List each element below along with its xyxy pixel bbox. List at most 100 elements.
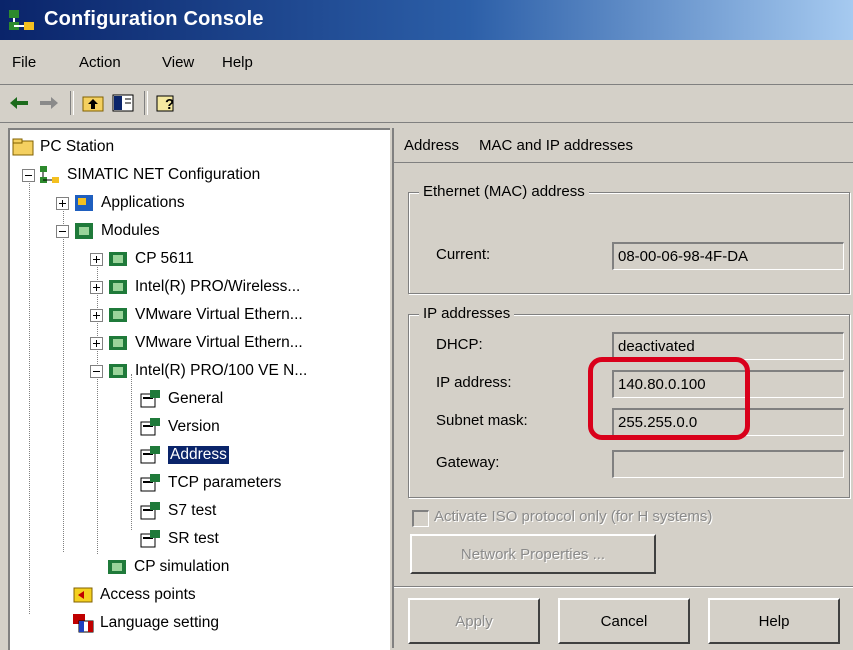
tree-item-label: General — [168, 390, 224, 407]
svg-text:?: ? — [165, 96, 174, 113]
cancel-button[interactable]: Cancel — [558, 598, 690, 644]
dhcp-label: DHCP: — [436, 336, 483, 353]
menu-file[interactable]: File — [12, 54, 36, 71]
module-card-icon — [107, 277, 129, 297]
back-arrow-icon[interactable] — [6, 91, 32, 115]
property-page-icon — [140, 473, 162, 493]
subnet-mask-label: Subnet mask: — [436, 412, 528, 429]
expand-icon[interactable] — [90, 280, 103, 294]
tree-item-label: Modules — [101, 222, 160, 239]
gateway-field — [612, 450, 844, 478]
tree-item-modules[interactable]: Modules — [56, 218, 160, 244]
property-page-icon — [140, 389, 162, 409]
tree-item-cp-simulation[interactable]: CP simulation — [106, 554, 229, 580]
tree-item-label: Access points — [100, 586, 196, 603]
property-page-icon — [140, 501, 162, 521]
expand-icon[interactable] — [56, 196, 69, 210]
tree-item-sr-test[interactable]: SR test — [140, 526, 219, 552]
tree-item-label: VMware Virtual Ethern... — [135, 306, 303, 323]
menu-action[interactable]: Action — [79, 54, 121, 71]
tree-item-applications[interactable]: Applications — [56, 190, 185, 216]
tree-item-version[interactable]: Version — [140, 414, 220, 440]
property-page-icon — [140, 445, 162, 465]
tree-root-label: PC Station — [40, 138, 115, 155]
module-card-icon — [107, 249, 129, 269]
menu-help[interactable]: Help — [222, 54, 253, 71]
tree-root-pc-station[interactable]: PC Station — [12, 134, 114, 160]
property-page-icon — [140, 417, 162, 437]
collapse-icon[interactable] — [90, 364, 103, 378]
tree-item-language-setting[interactable]: Language setting — [72, 610, 219, 636]
language-flag-icon — [72, 613, 94, 633]
tree-item-intel-wireless[interactable]: Intel(R) PRO/Wireless... — [90, 274, 300, 300]
network-icon — [39, 165, 61, 185]
tree-item-vmware-2[interactable]: VMware Virtual Ethern... — [90, 330, 303, 356]
window-title: Configuration Console — [44, 8, 264, 30]
help-button[interactable]: Help — [708, 598, 840, 644]
property-page-icon — [140, 529, 162, 549]
network-properties-button[interactable]: Network Properties ... — [410, 534, 656, 574]
tree-item-access-points[interactable]: Access points — [72, 582, 196, 608]
gateway-label: Gateway: — [436, 454, 500, 471]
tree-item-tcp-parameters[interactable]: TCP parameters — [140, 470, 281, 496]
tree-item-label: Version — [168, 418, 220, 435]
module-card-icon — [107, 361, 129, 381]
toolbar-separator — [144, 91, 148, 115]
tree-item-label: SR test — [168, 530, 219, 547]
help-icon[interactable]: ? — [154, 91, 180, 115]
tree-item-s7-test[interactable]: S7 test — [140, 498, 216, 524]
tree-item-simatic-net[interactable]: SIMATIC NET Configuration — [22, 162, 260, 188]
tree-item-intel-pro100[interactable]: Intel(R) PRO/100 VE N... — [90, 358, 307, 384]
tree-item-label: CP 5611 — [135, 250, 194, 267]
apply-button[interactable]: Apply — [408, 598, 540, 644]
show-hide-tree-icon[interactable] — [110, 91, 136, 115]
forward-arrow-icon[interactable] — [36, 91, 62, 115]
modules-icon — [73, 221, 95, 241]
module-card-icon — [106, 557, 128, 577]
ip-address-label: IP address: — [436, 374, 512, 391]
iso-protocol-label: Activate ISO protocol only (for H system… — [434, 508, 713, 525]
tree-item-label: TCP parameters — [168, 474, 282, 491]
module-card-icon — [107, 305, 129, 325]
mac-group-label: Ethernet (MAC) address — [419, 183, 589, 200]
highlight-annotation — [588, 357, 750, 440]
tree-item-label: Applications — [101, 194, 185, 211]
up-folder-icon[interactable] — [80, 91, 106, 115]
current-mac-field: 08-00-06-98-4F-DA — [612, 242, 844, 270]
dhcp-value: deactivated — [618, 338, 695, 355]
collapse-icon[interactable] — [56, 224, 69, 238]
iso-protocol-checkbox[interactable] — [412, 510, 429, 527]
button-row-separator — [394, 586, 853, 588]
title-bar: Configuration Console — [0, 0, 853, 40]
tree-item-vmware-1[interactable]: VMware Virtual Ethern... — [90, 302, 303, 328]
tree-item-label: Intel(R) PRO/Wireless... — [135, 278, 301, 295]
app-icon — [8, 8, 38, 34]
menu-view[interactable]: View — [162, 54, 194, 71]
tree-item-label-selected: Address — [168, 446, 229, 464]
expand-icon[interactable] — [90, 308, 103, 322]
current-mac-value: 08-00-06-98-4F-DA — [618, 248, 749, 265]
access-points-icon — [72, 585, 94, 605]
expand-icon[interactable] — [90, 336, 103, 350]
tree-item-cp5611[interactable]: CP 5611 — [90, 246, 194, 272]
header-address-label: Address — [404, 136, 460, 154]
tree-item-label: Language setting — [100, 614, 219, 631]
tree-item-label: S7 test — [168, 502, 217, 519]
tree-item-address[interactable]: Address — [140, 442, 229, 468]
module-card-icon — [107, 333, 129, 353]
tree-pane[interactable]: PC Station SIMATIC NET Configuration App… — [8, 128, 390, 650]
expand-icon[interactable] — [90, 252, 103, 266]
menu-bar: File Action View Help — [0, 40, 853, 85]
properties-header: Address MAC and IP addresses — [394, 128, 853, 163]
current-label: Current: — [436, 246, 491, 263]
dhcp-field: deactivated — [612, 332, 844, 360]
tree-item-label: VMware Virtual Ethern... — [135, 334, 303, 351]
tree-item-general[interactable]: General — [140, 386, 223, 412]
tree-item-label: CP simulation — [134, 558, 230, 575]
collapse-icon[interactable] — [22, 168, 35, 182]
header-description: MAC and IP addresses — [479, 136, 634, 154]
toolbar: ? — [0, 85, 853, 123]
tree-item-label: Intel(R) PRO/100 VE N... — [135, 362, 308, 379]
toolbar-separator — [70, 91, 74, 115]
ip-group-label: IP addresses — [419, 305, 515, 322]
